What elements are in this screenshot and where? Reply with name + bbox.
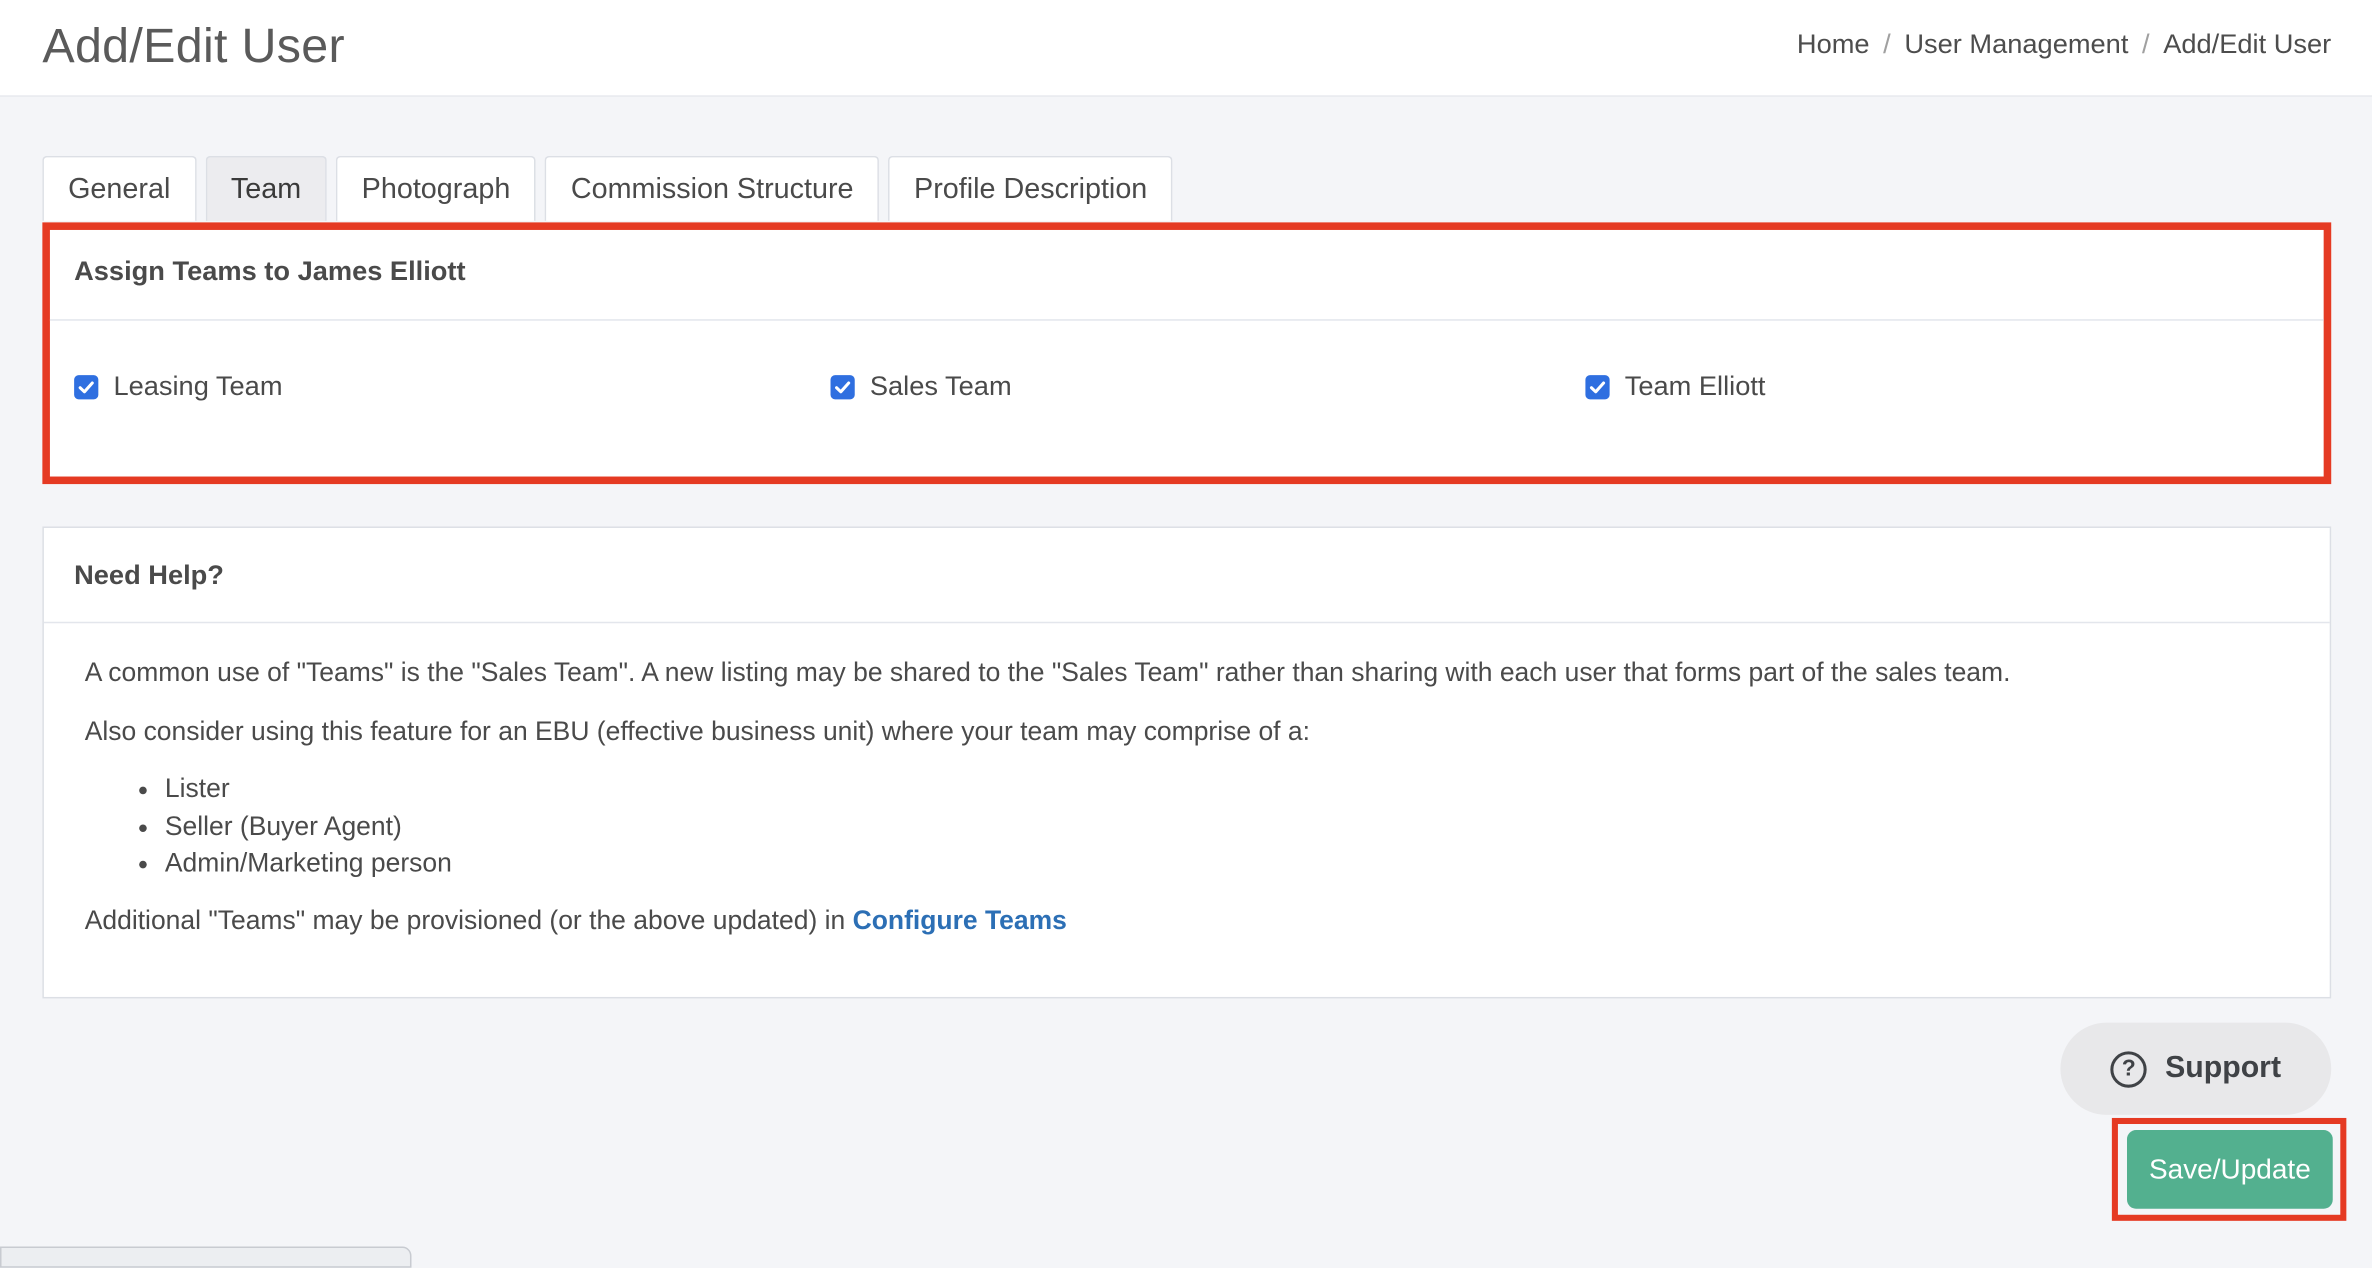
team-checkbox-elliott[interactable]: Team Elliott — [1585, 370, 1766, 403]
tab-general[interactable]: General — [42, 155, 197, 221]
breadcrumb-user-management[interactable]: User Management — [1904, 29, 2128, 59]
question-icon: ? — [2110, 1050, 2147, 1087]
list-item: Lister — [165, 770, 2289, 807]
help-body: A common use of "Teams" is the "Sales Te… — [44, 623, 2330, 938]
tab-commission-structure[interactable]: Commission Structure — [545, 155, 880, 221]
team-checkbox-list: Leasing Team Sales Team Team Elliott — [50, 321, 2324, 472]
help-paragraph: A common use of "Teams" is the "Sales Te… — [84, 656, 2011, 687]
assign-teams-heading: Assign Teams to James Elliott — [49, 230, 2324, 321]
tab-photograph[interactable]: Photograph — [335, 155, 537, 221]
checkbox-checked-icon[interactable] — [74, 374, 99, 399]
breadcrumb-separator: / — [1883, 28, 1891, 59]
save-update-button[interactable]: Save/Update — [2126, 1130, 2333, 1209]
top-header: Add/Edit User Home / User Management / Add/E… — [0, 0, 2372, 97]
list-item: Seller (Buyer Agent) — [165, 807, 2289, 844]
checkbox-checked-icon[interactable] — [1585, 374, 1610, 399]
help-paragraph-text: Additional "Teams" may be provisioned (o… — [84, 903, 846, 935]
team-checkbox-sales[interactable]: Sales Team — [830, 370, 1012, 403]
checkbox-checked-icon[interactable] — [830, 374, 855, 399]
page-title: Add/Edit User — [42, 18, 345, 73]
support-button[interactable]: ? Support — [2060, 1022, 2332, 1115]
team-checkbox-leasing[interactable]: Leasing Team — [74, 370, 283, 403]
team-label: Team Elliott — [1624, 370, 1766, 401]
help-paragraph: Also consider using this feature for an … — [84, 714, 1310, 746]
breadcrumb-home[interactable]: Home — [1797, 29, 1870, 59]
tab-team[interactable]: Team — [205, 155, 327, 221]
assign-teams-panel: Assign Teams to James Elliott Leasing Te… — [42, 222, 2332, 485]
tab-bar: General Team Photograph Commission Struc… — [42, 155, 1182, 223]
help-heading: Need Help? — [43, 528, 2330, 624]
configure-teams-link[interactable]: Configure Teams — [853, 904, 1067, 934]
help-role-list: Lister Seller (Buyer Agent) Admin/Market… — [85, 770, 2289, 881]
support-label: Support — [2165, 1051, 2282, 1085]
page-root: Add/Edit User Home / User Management / Add/E… — [0, 0, 2372, 1268]
breadcrumb: Home / User Management / Add/Edit User — [1797, 29, 2331, 61]
list-item: Admin/Marketing person — [165, 844, 2289, 881]
status-bar-hint — [0, 1246, 412, 1268]
team-label: Leasing Team — [113, 370, 283, 401]
tab-profile-description[interactable]: Profile Description — [888, 155, 1174, 221]
breadcrumb-separator: / — [2142, 28, 2150, 59]
help-paragraph: Additional "Teams" may be provisioned (o… — [85, 901, 2289, 938]
team-label: Sales Team — [869, 370, 1012, 401]
help-panel: Need Help? A common use of "Teams" is th… — [42, 526, 2332, 999]
breadcrumb-current: Add/Edit User — [2163, 28, 2332, 59]
